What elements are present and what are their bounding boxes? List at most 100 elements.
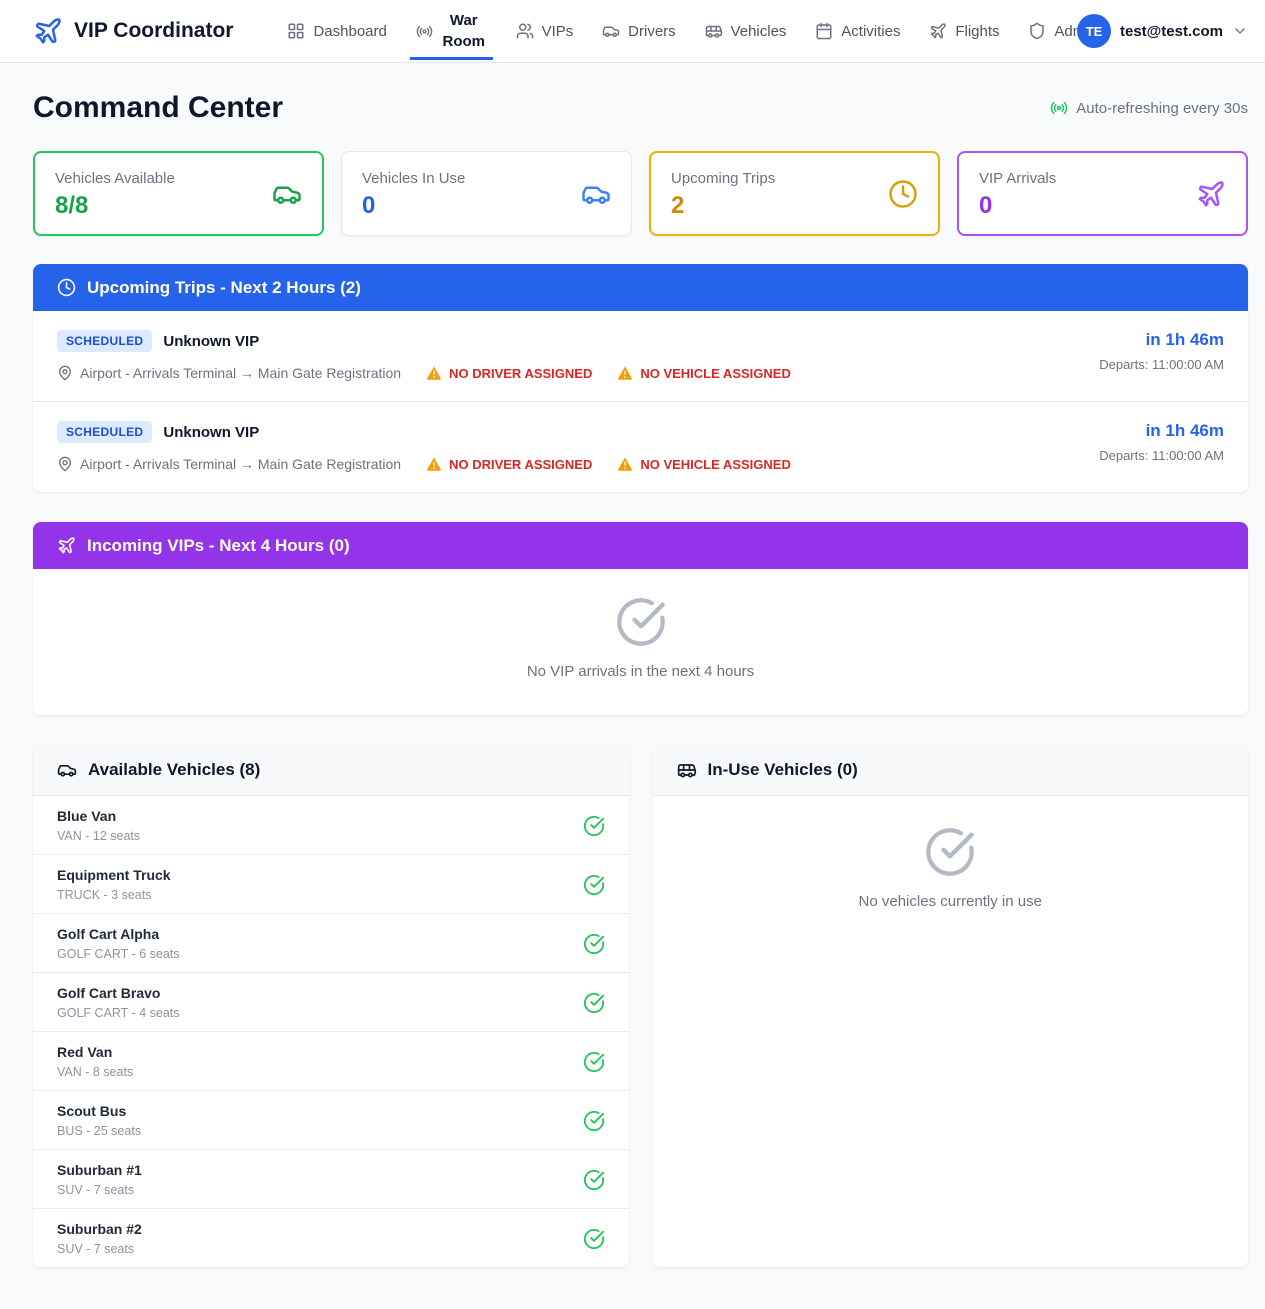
stat-label: Vehicles In Use [362,170,465,187]
vehicle-details: TRUCK - 3 seats [57,888,171,902]
nav-item-vips[interactable]: VIPs [516,22,574,40]
vehicle-details: BUS - 25 seats [57,1124,141,1138]
in-use-vehicles-panel: In-Use Vehicles (0) No vehicles currentl… [653,745,1249,1267]
check-circle-icon [583,992,605,1014]
trip-departs: Departs: 11:00:00 AM [1099,357,1224,372]
nav-item-flights[interactable]: Flights [929,22,999,40]
radio-icon [416,23,433,40]
car-icon [602,22,620,40]
stat-card-vehicles-available: Vehicles Available 8/8 [33,151,324,236]
stat-label: Vehicles Available [55,170,175,187]
brand[interactable]: VIP Coordinator [33,16,233,46]
vehicle-row: Suburban #2 SUV - 7 seats [33,1208,629,1267]
trip-main: SCHEDULED Unknown VIP Airport - Arrivals… [57,421,791,472]
nav-label: VIPs [542,23,574,40]
check-circle-icon [924,826,976,878]
stats-row: Vehicles Available 8/8 Vehicles In Use 0… [33,151,1248,236]
primary-nav: Dashboard War Room VIPs Drivers Vehicles… [287,10,1097,52]
vehicle-name: Golf Cart Bravo [57,985,180,1001]
calendar-icon [815,22,833,40]
trips-list: SCHEDULED Unknown VIP Airport - Arrivals… [33,311,1248,492]
stat-value: 8/8 [55,194,175,218]
nav-item-activities[interactable]: Activities [815,22,900,40]
vehicle-row: Red Van VAN - 8 seats [33,1031,629,1090]
warning-text: NO VEHICLE ASSIGNED [640,366,790,381]
section-title: Upcoming Trips - Next 2 Hours (2) [87,278,361,298]
nav-item-dashboard[interactable]: Dashboard [287,22,386,40]
no-vehicle-warning: NO VEHICLE ASSIGNED [617,365,790,381]
avatar[interactable]: TE [1077,14,1111,48]
vehicle-info: Scout Bus BUS - 25 seats [57,1103,141,1138]
users-icon [516,22,534,40]
plane-icon [1196,179,1226,209]
trip-timing: in 1h 46m Departs: 11:00:00 AM [1099,330,1224,372]
warning-text: NO DRIVER ASSIGNED [449,366,592,381]
status-badge: SCHEDULED [57,421,152,443]
vehicle-info: Blue Van VAN - 12 seats [57,808,140,843]
vehicles-panels: Available Vehicles (8) Blue Van VAN - 12… [33,745,1248,1267]
check-circle-icon [583,874,605,896]
trip-departs: Departs: 11:00:00 AM [1099,448,1224,463]
trip-vip-name: Unknown VIP [163,424,259,441]
vehicle-info: Suburban #1 SUV - 7 seats [57,1162,142,1197]
vehicle-name: Blue Van [57,808,140,824]
vehicle-name: Equipment Truck [57,867,171,883]
nav-item-vehicles[interactable]: Vehicles [705,22,787,40]
vehicle-row: Equipment Truck TRUCK - 3 seats [33,854,629,913]
map-pin-icon [57,365,73,381]
car-icon [272,179,302,209]
stat-value: 0 [979,194,1056,218]
panel-title: In-Use Vehicles (0) [708,760,858,780]
trip-route: Airport - Arrivals Terminal → Main Gate … [57,365,401,381]
vehicle-name: Suburban #1 [57,1162,142,1178]
in-use-vehicles-header: In-Use Vehicles (0) [653,745,1249,796]
trip-countdown: in 1h 46m [1099,330,1224,350]
section-title: Incoming VIPs - Next 4 Hours (0) [87,536,350,556]
check-circle-icon [583,815,605,837]
map-pin-icon [57,456,73,472]
available-vehicles-panel: Available Vehicles (8) Blue Van VAN - 12… [33,745,629,1267]
nav-label: Drivers [628,23,676,40]
trip-countdown: in 1h 46m [1099,421,1224,441]
warning-triangle-icon [617,456,633,472]
check-circle-icon [583,1169,605,1191]
warning-triangle-icon [426,365,442,381]
car-icon [57,760,77,780]
vehicle-row: Suburban #1 SUV - 7 seats [33,1149,629,1208]
nav-label: Vehicles [731,23,787,40]
check-circle-icon [583,1228,605,1250]
vehicle-row: Golf Cart Bravo GOLF CART - 4 seats [33,972,629,1031]
auto-refresh-label: Auto-refreshing every 30s [1076,100,1248,117]
upcoming-trips-section: Upcoming Trips - Next 2 Hours (2) SCHEDU… [33,264,1248,492]
upcoming-trips-header: Upcoming Trips - Next 2 Hours (2) [33,264,1248,311]
warning-text: NO DRIVER ASSIGNED [449,457,592,472]
stat-card-vehicles-in-use: Vehicles In Use 0 [341,151,632,236]
shield-icon [1028,22,1046,40]
vehicle-row: Scout Bus BUS - 25 seats [33,1090,629,1149]
trip-route-text: Airport - Arrivals Terminal → Main Gate … [80,365,401,381]
empty-text: No vehicles currently in use [859,893,1042,910]
stat-card-vip-arrivals: VIP Arrivals 0 [957,151,1248,236]
trip-row: SCHEDULED Unknown VIP Airport - Arrivals… [33,401,1248,492]
trip-route-text: Airport - Arrivals Terminal → Main Gate … [80,456,401,472]
vehicle-details: VAN - 8 seats [57,1065,133,1079]
available-vehicles-header: Available Vehicles (8) [33,745,629,796]
user-menu[interactable]: TE test@test.com [1077,14,1248,48]
nav-item-war-room[interactable]: War Room [416,10,487,52]
warning-triangle-icon [617,365,633,381]
nav-label: War Room [441,10,487,52]
nav-label: Activities [841,23,900,40]
user-email: test@test.com [1120,23,1223,40]
stat-value: 2 [671,194,775,218]
panel-title: Available Vehicles (8) [88,760,260,780]
stat-label: VIP Arrivals [979,170,1056,187]
vehicle-details: VAN - 12 seats [57,829,140,843]
no-driver-warning: NO DRIVER ASSIGNED [426,456,592,472]
trip-main: SCHEDULED Unknown VIP Airport - Arrivals… [57,330,791,381]
trip-vip-name: Unknown VIP [163,333,259,350]
chevron-down-icon[interactable] [1232,23,1248,39]
trip-route: Airport - Arrivals Terminal → Main Gate … [57,456,401,472]
signal-icon [1050,99,1068,117]
vehicle-name: Scout Bus [57,1103,141,1119]
nav-item-drivers[interactable]: Drivers [602,22,676,40]
